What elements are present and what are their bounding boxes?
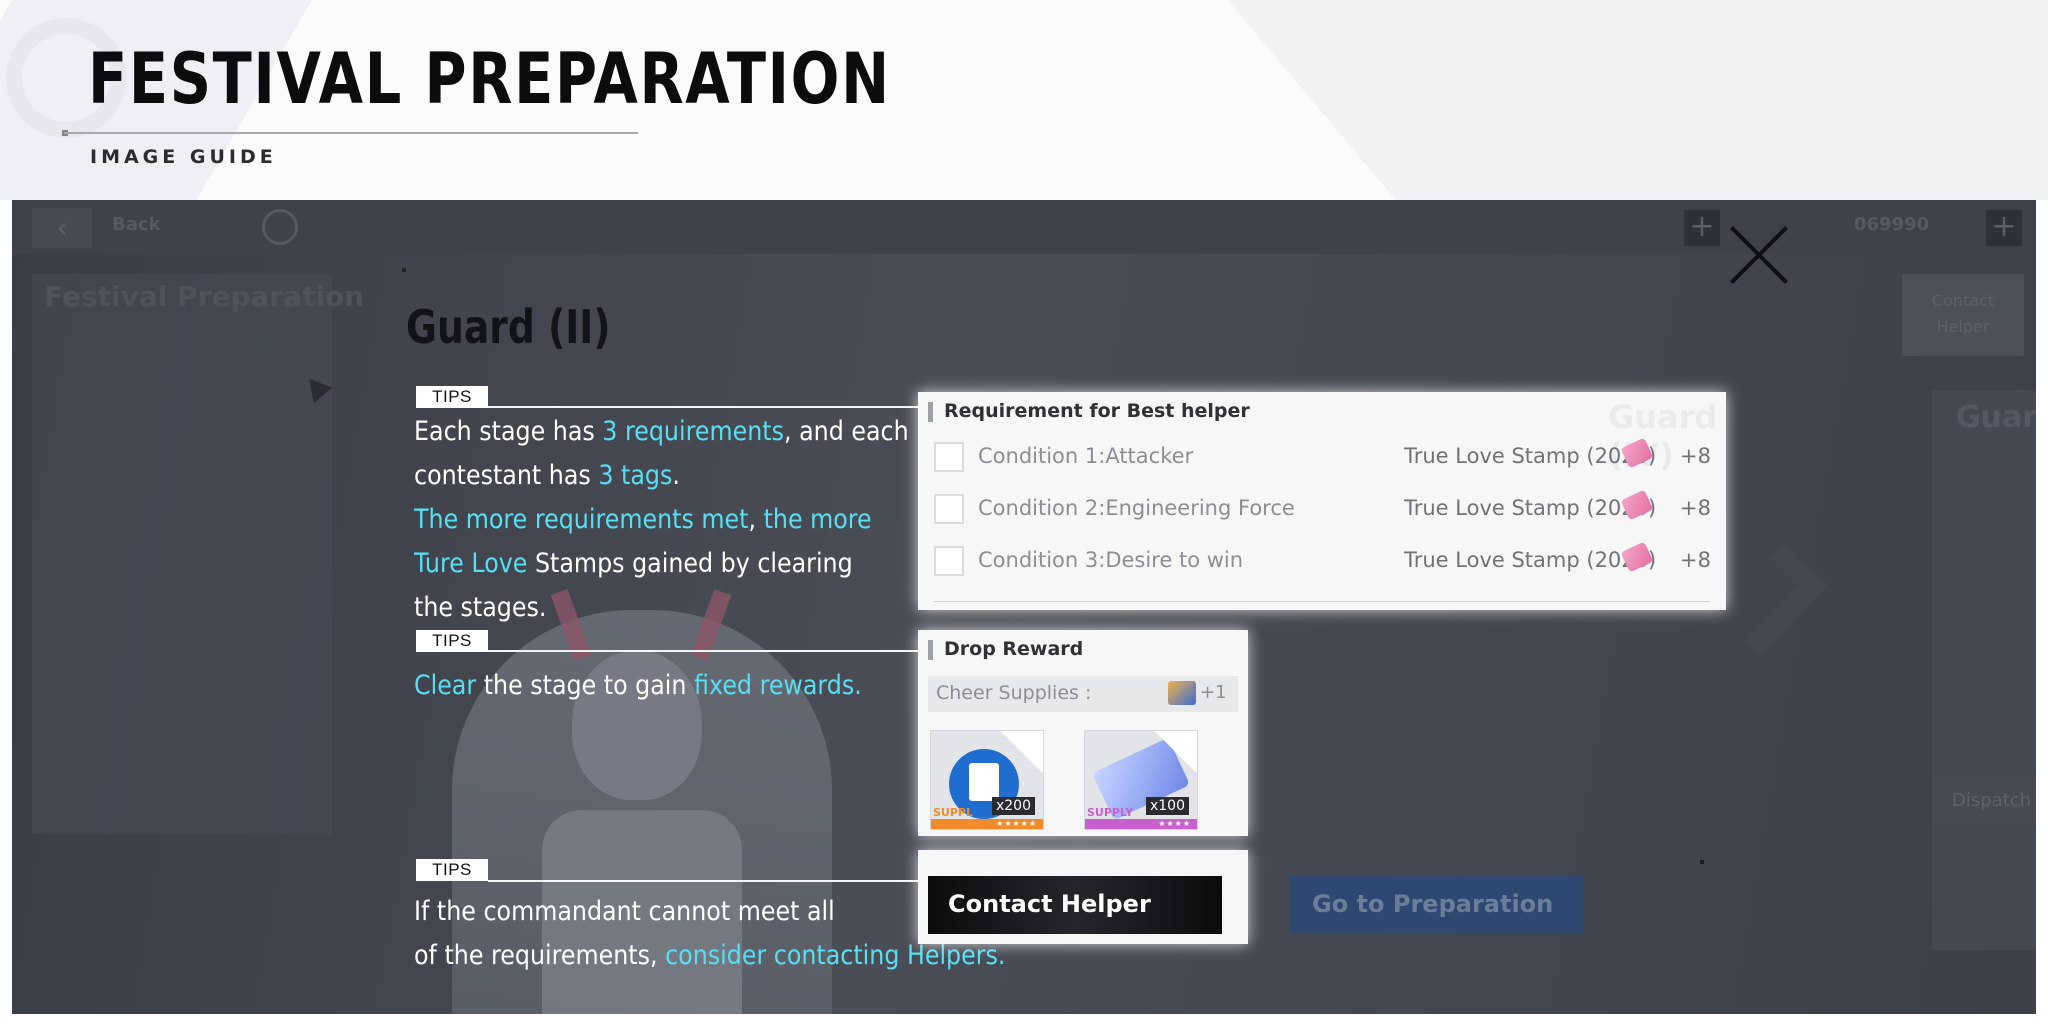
tips-tag-rewards: TIPS (416, 630, 488, 652)
requirement-condition: Condition 2:Engineering Force (978, 496, 1295, 520)
item-quantity: x100 (1145, 797, 1189, 815)
drop-reward-panel: Drop Reward Cheer Supplies : +1 SUPPL x2… (918, 630, 1248, 836)
item-stars: ★★★★★ (996, 819, 1037, 828)
header-decor-right (1194, 0, 2048, 200)
bg-right-panel (1932, 390, 2036, 950)
stage-title: Guard (II) (406, 300, 611, 354)
game-screenshot: ‹ Back + 069990 + Festival Preparation C… (12, 200, 2036, 1014)
item-tag: SUPPLY (1087, 806, 1134, 819)
requirement-amount: +8 (1680, 496, 1711, 520)
tips-connector-rewards (488, 650, 918, 652)
tip-requirements-text: Each stage has 3 requirements, and each … (414, 410, 909, 630)
item-tag: SUPPL (933, 806, 973, 819)
requirement-reward: True Love Stamp (2023) (1404, 496, 1657, 520)
bg-dispatch-button[interactable]: Dispatch (1932, 778, 2036, 824)
requirement-row: Condition 1:Attacker True Love Stamp (20… (934, 437, 1714, 478)
tip-line: Each stage has 3 requirements, and each (414, 416, 909, 447)
top-back-label: Back (112, 214, 161, 235)
add-gem-icon[interactable]: + (1986, 210, 2022, 246)
item-quantity: x200 (991, 797, 1035, 815)
tip-line: Ture Love Stamps gained by clearing (414, 548, 853, 579)
tips-tag-requirements: TIPS (416, 386, 488, 408)
requirement-header: Requirement for Best helper (944, 400, 1250, 422)
cheer-supplies-row: Cheer Supplies : +1 (928, 676, 1238, 712)
requirement-checkbox (934, 494, 964, 524)
tips-connector-helpers (488, 880, 918, 882)
cheer-supplies-amount: +1 (1200, 682, 1227, 703)
tip-line: of the requirements, consider contacting… (414, 940, 1006, 971)
bg-left-panel (32, 274, 332, 834)
guide-header: FESTIVAL PREPARATION IMAGE GUIDE (0, 0, 2048, 200)
tip-line: The more requirements met, the more (414, 504, 872, 535)
reward-item-card[interactable]: SUPPLY x100 ★★★★ (1084, 730, 1198, 830)
decor-dot (1700, 860, 1704, 864)
requirement-checkbox (934, 442, 964, 472)
requirement-checkbox (934, 546, 964, 576)
guide-title: FESTIVAL PREPARATION (88, 38, 891, 120)
guide-subtitle: IMAGE GUIDE (90, 146, 277, 168)
requirement-divider (934, 601, 1710, 602)
panel-header-bar (928, 402, 933, 422)
top-counter: 069990 (1854, 214, 1930, 235)
contact-helper-button[interactable]: Contact Helper (928, 876, 1222, 934)
tip-line: contestant has 3 tags. (414, 460, 680, 491)
bg-guard-label: Guard (1956, 400, 2036, 435)
requirement-amount: +8 (1680, 444, 1711, 468)
tip-helpers-text: If the commandant cannot meet all of the… (414, 890, 1005, 978)
home-icon[interactable] (262, 209, 298, 245)
requirement-row: Condition 2:Engineering Force True Love … (934, 489, 1714, 530)
panel-header-bar (928, 640, 933, 660)
drop-reward-header: Drop Reward (944, 638, 1084, 660)
close-icon[interactable] (1726, 222, 1792, 288)
title-dot (402, 268, 406, 272)
cheer-supplies-icon (1168, 681, 1196, 705)
requirement-condition: Condition 3:Desire to win (978, 548, 1244, 572)
tips-tag-helpers: TIPS (416, 859, 488, 881)
bg-left-title: Festival Preparation (44, 280, 365, 313)
header-divider (64, 132, 638, 134)
back-icon[interactable]: ‹ (32, 208, 92, 248)
go-to-preparation-button[interactable]: Go to Preparation (1290, 876, 1584, 934)
tip-line: Clear the stage to gain fixed rewards. (414, 670, 862, 701)
bg-contact-helper-tile[interactable]: Contact Helper (1902, 274, 2024, 356)
tip-line: If the commandant cannot meet all (414, 896, 835, 927)
requirement-reward: True Love Stamp (2023) (1404, 548, 1657, 572)
item-stars: ★★★★ (1158, 819, 1191, 828)
cheer-supplies-label: Cheer Supplies : (936, 682, 1092, 704)
requirement-amount: +8 (1680, 548, 1711, 572)
requirement-panel: Guard (IV) Requirement for Best helper C… (918, 392, 1726, 610)
tip-rewards-text: Clear the stage to gain fixed rewards. (414, 664, 862, 708)
requirement-row: Condition 3:Desire to win True Love Stam… (934, 541, 1714, 582)
tips-connector-requirements (488, 406, 918, 408)
requirement-reward: True Love Stamp (2023) (1404, 444, 1657, 468)
add-currency-icon[interactable]: + (1684, 210, 1720, 246)
requirement-condition: Condition 1:Attacker (978, 444, 1194, 468)
contact-helper-highlight: Contact Helper (918, 850, 1248, 944)
tip-line: the stages. (414, 592, 547, 623)
reward-item-card[interactable]: SUPPL x200 ★★★★★ (930, 730, 1044, 830)
